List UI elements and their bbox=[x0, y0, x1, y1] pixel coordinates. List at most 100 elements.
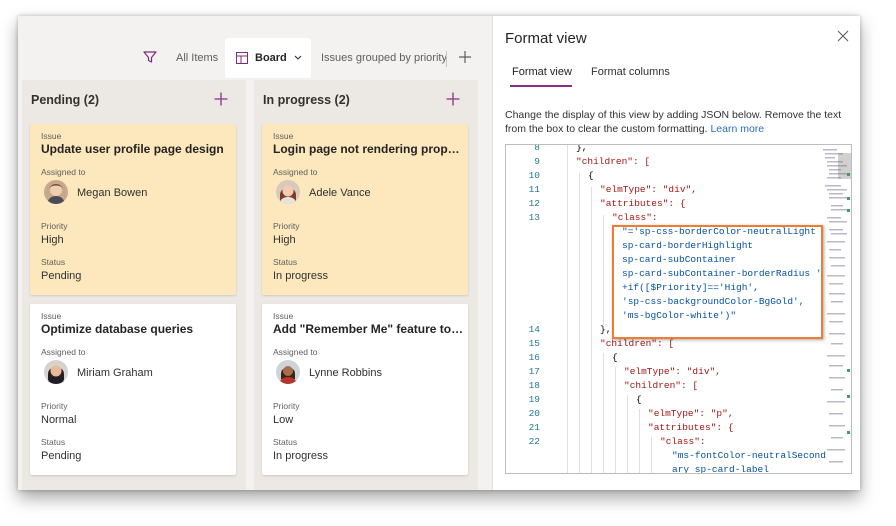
priority-value: Low bbox=[273, 414, 294, 426]
indent-guide bbox=[579, 173, 580, 473]
field-label: Issue bbox=[41, 131, 62, 141]
callout-highlight-box bbox=[612, 225, 823, 339]
line-number: 10 bbox=[528, 170, 540, 181]
code-line: ary sp-card-label bbox=[672, 464, 769, 474]
app-window: All Items Board Issues grouped by priori… bbox=[18, 16, 860, 490]
field-label: Assigned to bbox=[273, 167, 318, 177]
close-icon[interactable] bbox=[837, 30, 849, 42]
viewbar-divider bbox=[446, 51, 447, 67]
card[interactable]: Issue Optimize database queries Assigned… bbox=[30, 304, 236, 475]
description-text: Change the display of this view by addin… bbox=[505, 109, 842, 135]
indent-guide bbox=[567, 145, 568, 473]
card[interactable]: Issue Update user profile page design As… bbox=[30, 124, 236, 295]
line-number: 9 bbox=[534, 156, 540, 167]
lane-pending: Pending (2) Issue Update user profile pa… bbox=[22, 80, 246, 490]
line-number: 12 bbox=[528, 198, 540, 209]
code-line: { bbox=[588, 170, 594, 181]
status-value: In progress bbox=[273, 270, 329, 282]
line-number: 14 bbox=[528, 324, 540, 335]
indent-guide bbox=[651, 437, 652, 473]
code-line: "ms-fontColor-neutralSecond bbox=[672, 450, 826, 461]
avatar bbox=[276, 180, 300, 204]
active-tab-indicator bbox=[510, 85, 572, 87]
status-value: In progress bbox=[273, 450, 329, 462]
tab-board[interactable]: Board bbox=[225, 38, 311, 78]
field-label: Priority bbox=[273, 221, 300, 231]
code-line: "elmType": "p", bbox=[648, 408, 734, 419]
lane-title: In progress (2) bbox=[263, 93, 350, 107]
indent-guide bbox=[591, 187, 592, 473]
panel-description: Change the display of this view by addin… bbox=[505, 108, 845, 136]
learn-more-link[interactable]: Learn more bbox=[710, 123, 764, 135]
card-title: Login page not rendering properly bbox=[273, 142, 465, 156]
line-number: 15 bbox=[528, 338, 540, 349]
field-label: Priority bbox=[41, 401, 68, 411]
line-number: 18 bbox=[528, 380, 540, 391]
lane-in-progress: In progress (2) Issue Login page not ren… bbox=[254, 80, 478, 490]
field-label: Assigned to bbox=[41, 347, 86, 357]
priority-value: High bbox=[273, 234, 296, 246]
indent-guide bbox=[603, 215, 604, 325]
status-value: Pending bbox=[41, 270, 82, 282]
code-line: "attributes": { bbox=[600, 198, 686, 209]
field-label: Issue bbox=[273, 311, 294, 321]
assignee-name: Lynne Robbins bbox=[309, 367, 382, 379]
code-line: "class": bbox=[612, 212, 658, 223]
line-number: 8 bbox=[534, 144, 540, 153]
tab-format-view[interactable]: Format view bbox=[512, 66, 572, 78]
priority-value: Normal bbox=[41, 414, 77, 426]
line-number: 16 bbox=[528, 352, 540, 363]
add-view-icon[interactable] bbox=[458, 50, 472, 64]
line-number: 11 bbox=[528, 184, 540, 195]
lane-title: Pending (2) bbox=[31, 93, 100, 107]
field-label: Priority bbox=[273, 401, 300, 411]
view-switcher: All Items Board Issues grouped by priori… bbox=[18, 38, 492, 78]
chevron-down-icon[interactable] bbox=[294, 55, 302, 61]
indent-guide bbox=[603, 353, 604, 473]
tab-format-columns[interactable]: Format columns bbox=[591, 66, 670, 78]
indent-guide bbox=[615, 367, 616, 473]
code-line: "children": [ bbox=[576, 156, 651, 167]
line-number: 19 bbox=[528, 394, 540, 405]
filter-icon[interactable] bbox=[142, 49, 158, 65]
code-line: "elmType": "div", bbox=[600, 184, 697, 195]
assignee-name: Megan Bowen bbox=[77, 187, 148, 199]
line-number: 21 bbox=[528, 422, 540, 433]
card-title: Optimize database queries bbox=[41, 322, 194, 336]
card[interactable]: Issue Login page not rendering properly … bbox=[262, 124, 468, 295]
line-number: 22 bbox=[528, 436, 540, 447]
field-label: Status bbox=[41, 257, 66, 267]
code-line: }, bbox=[576, 144, 588, 153]
card-title: Add "Remember Me" feature to lo... bbox=[273, 322, 465, 336]
avatar bbox=[44, 180, 68, 204]
priority-value: High bbox=[41, 234, 64, 246]
add-card-icon[interactable] bbox=[214, 92, 228, 106]
editor-scrollbar-thumb[interactable] bbox=[838, 153, 851, 179]
line-number: 13 bbox=[528, 212, 540, 223]
editor-minimap[interactable] bbox=[821, 145, 851, 474]
add-card-icon[interactable] bbox=[446, 92, 460, 106]
code-line: "attributes": { bbox=[648, 422, 734, 433]
code-line: }, bbox=[600, 324, 612, 335]
panel-title: Format view bbox=[505, 30, 587, 47]
code-line: { bbox=[636, 394, 642, 405]
tab-board-label: Board bbox=[255, 52, 287, 64]
board-view: All Items Board Issues grouped by priori… bbox=[18, 16, 492, 490]
card-title: Update user profile page design bbox=[41, 142, 224, 156]
assignee-name: Miriam Graham bbox=[77, 367, 153, 379]
code-line: "children": [ bbox=[624, 380, 699, 391]
json-editor[interactable]: 8 9 10 11 12 13 14 15 16 17 18 19 20 21 … bbox=[505, 144, 852, 474]
indent-guide bbox=[639, 409, 640, 473]
tab-all-items[interactable]: All Items bbox=[176, 38, 218, 78]
field-label: Status bbox=[41, 437, 66, 447]
tab-grouped-by-priority[interactable]: Issues grouped by priority bbox=[321, 38, 447, 78]
field-label: Assigned to bbox=[41, 167, 86, 177]
status-value: Pending bbox=[41, 450, 82, 462]
field-label: Status bbox=[273, 437, 298, 447]
line-number: 20 bbox=[528, 408, 540, 419]
code-line: "elmType": "div", bbox=[624, 366, 721, 377]
field-label: Issue bbox=[273, 131, 294, 141]
avatar bbox=[276, 360, 300, 384]
card[interactable]: Issue Add "Remember Me" feature to lo...… bbox=[262, 304, 468, 475]
format-view-panel: Format view Format view Format columns C… bbox=[492, 16, 860, 490]
